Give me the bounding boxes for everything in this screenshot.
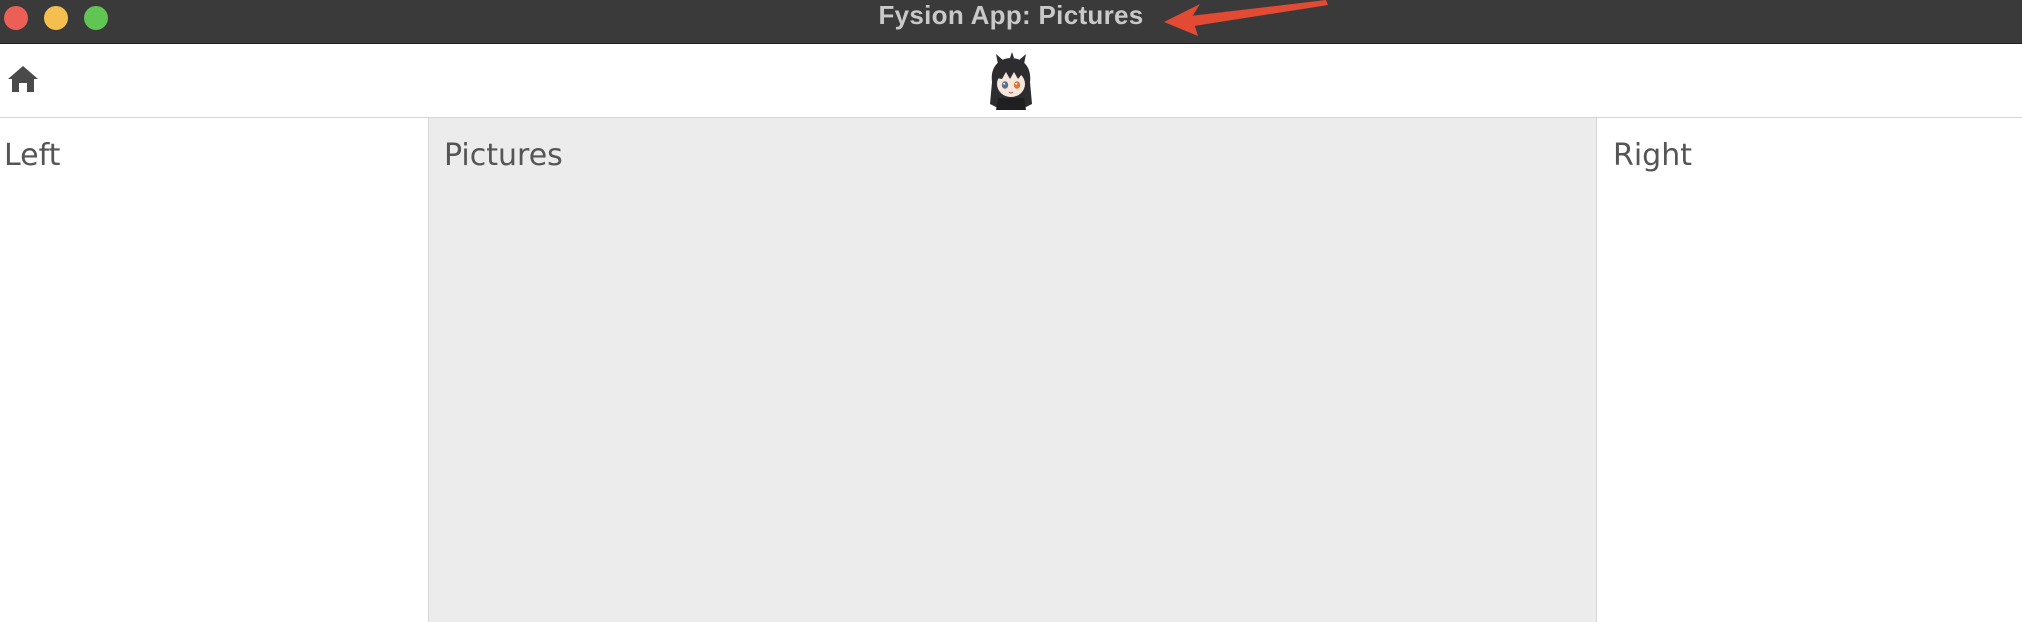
home-icon	[8, 66, 38, 92]
home-button[interactable]	[6, 62, 40, 96]
annotation-arrow-icon	[1164, 0, 1328, 36]
annotation-arrow-shaft	[1190, 0, 1328, 26]
left-panel-title: Left	[4, 138, 61, 173]
right-panel: Right	[1597, 118, 2022, 622]
left-panel: Left	[0, 118, 429, 622]
right-panel-title: Right	[1613, 138, 1692, 173]
app-window: Fysion App: Pictures Left Pictures Right	[0, 0, 2022, 622]
window-title: Fysion App: Pictures	[878, 0, 1144, 30]
pictures-panel: Pictures	[429, 118, 1597, 622]
title-bar: Fysion App: Pictures	[0, 0, 2022, 44]
pictures-panel-title: Pictures	[444, 138, 563, 173]
toolbar	[0, 44, 2022, 118]
anime-avatar-icon	[990, 52, 1032, 110]
panels-container: Left Pictures Right	[0, 118, 2022, 622]
